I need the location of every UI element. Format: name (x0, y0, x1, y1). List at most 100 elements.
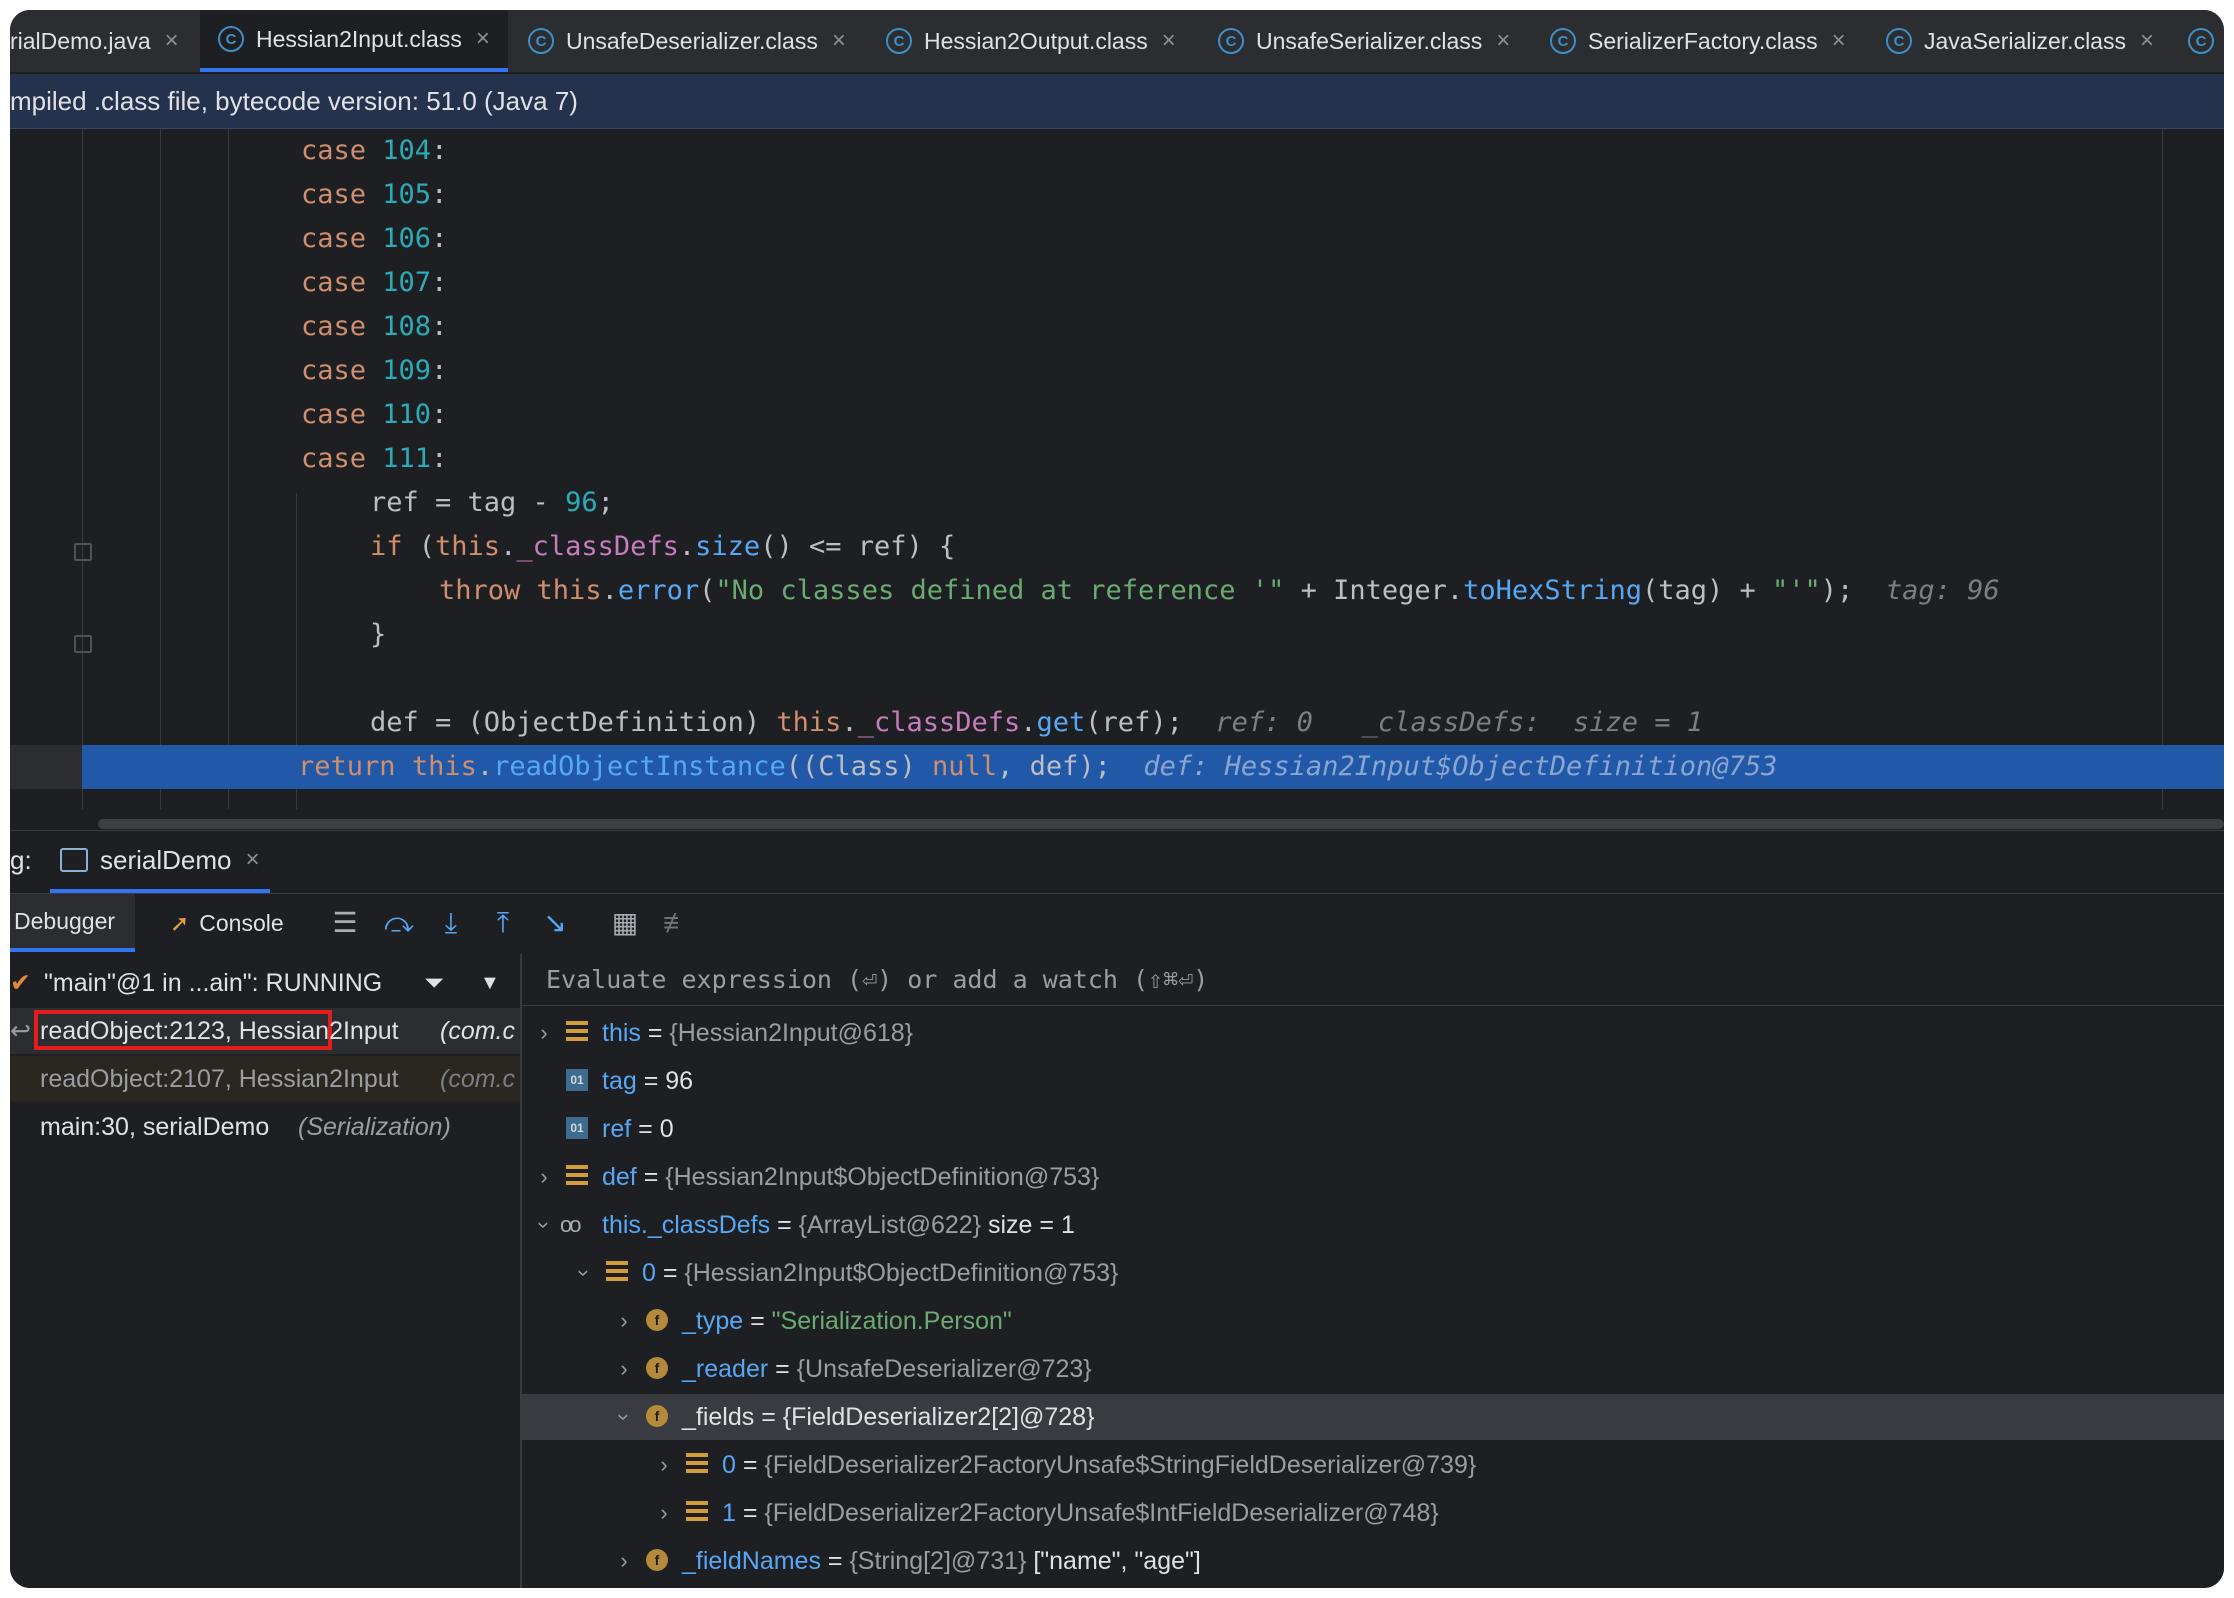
tab-unsafedeserializer-class[interactable]: C UnsafeDeserializer.class × (528, 10, 846, 72)
object-icon (686, 1501, 708, 1523)
tab-hessian2output-class[interactable]: C Hessian2Output.class × (886, 10, 1176, 72)
class-file-icon: C (886, 28, 912, 54)
variable-row[interactable]: › 0 = {Hessian2Input$ObjectDefinition@75… (522, 1250, 2224, 1296)
variable-row[interactable]: › oo this._classDefs = {ArrayList@622} s… (522, 1202, 2224, 1248)
variable-value: {FieldDeserializer2FactoryUnsafe$IntFiel… (764, 1499, 1439, 1527)
close-icon[interactable]: × (476, 25, 490, 53)
field-icon: f (646, 1309, 668, 1331)
chevron-right-icon[interactable]: › (614, 1298, 634, 1344)
tab-label: rialDemo.java (10, 27, 151, 54)
code-line: if (this._classDefs.size() <= ref) { (370, 531, 956, 562)
frame-method: readObject:2123, Hessian2Input (40, 1017, 399, 1045)
chevron-down-icon[interactable]: › (601, 1407, 647, 1427)
chevron-right-icon[interactable]: › (534, 1010, 554, 1056)
variable-row[interactable]: › 0 = {FieldDeserializer2FactoryUnsafe$S… (522, 1442, 2224, 1488)
tab-debugger[interactable]: Debugger (10, 894, 136, 952)
chevron-right-icon[interactable]: › (614, 1346, 634, 1392)
editor-tab-bar: rialDemo.java × C Hessian2Input.class × … (10, 10, 2224, 74)
object-icon (566, 1165, 588, 1187)
check-icon: ✔ (10, 969, 31, 997)
close-icon[interactable]: × (1832, 27, 1846, 55)
frame-item[interactable]: ↩ readObject:2123, Hessian2Input (com.c (10, 1008, 520, 1054)
frame-item[interactable]: main:30, serialDemo (Serialization) (10, 1104, 520, 1150)
variable-value: {UnsafeDeserializer@723} (796, 1355, 1092, 1383)
close-icon[interactable]: × (246, 846, 260, 874)
frame-package: (Serialization) (298, 1113, 451, 1141)
frame-package: (com.c (440, 1017, 515, 1045)
code-line: case 106: (301, 223, 448, 254)
variable-row[interactable]: 01 ref = 0 (522, 1106, 2224, 1152)
class-file-icon: C (1886, 28, 1912, 54)
variable-name: _type (682, 1307, 744, 1335)
close-icon[interactable]: × (165, 27, 179, 55)
step-into-icon[interactable]: ⤓ (434, 906, 468, 940)
close-icon[interactable]: × (1496, 27, 1510, 55)
thread-label: "main"@1 in ...ain": RUNNING (44, 969, 383, 997)
evaluate-expression-input[interactable]: Evaluate expression (⏎) or add a watch (… (522, 954, 2224, 1006)
step-out-icon[interactable]: ⤒ (486, 906, 520, 940)
class-file-icon: C (1550, 28, 1576, 54)
tab-console[interactable]: ➚ Console (170, 894, 284, 952)
primitive-icon: 01 (566, 1069, 588, 1091)
horizontal-scrollbar[interactable] (98, 819, 2224, 829)
evaluate-expression-icon[interactable]: ▦ (608, 906, 642, 940)
tab-javaserializer-class[interactable]: C JavaSerializer.class × (1886, 10, 2154, 72)
variable-row[interactable]: › f _type = "Serialization.Person" (522, 1298, 2224, 1344)
code-line: case 108: (301, 311, 448, 342)
tab-overflow[interactable]: C (2188, 10, 2224, 72)
variable-row[interactable]: › this = {Hessian2Input@618} (522, 1010, 2224, 1056)
code-editor[interactable]: case 104: case 105: case 106: case 107: … (10, 129, 2224, 829)
frame-item[interactable]: readObject:2107, Hessian2Input (com.c (10, 1056, 520, 1102)
variable-row[interactable]: 01 tag = 96 (522, 1058, 2224, 1104)
variable-row[interactable]: › f _reader = {UnsafeDeserializer@723} (522, 1346, 2224, 1392)
menu-lines-icon[interactable]: ☰ (328, 906, 362, 940)
code-line: case 107: (301, 267, 448, 298)
tab-serialdemo-java[interactable]: rialDemo.java × (10, 10, 179, 72)
run-config-icon (60, 848, 88, 872)
class-file-icon: C (218, 26, 244, 52)
thread-selector[interactable]: ✔ "main"@1 in ...ain": RUNNING ⏷ ▼ (10, 960, 520, 1006)
chevron-right-icon[interactable]: › (654, 1442, 674, 1488)
variables-panel: Evaluate expression (⏎) or add a watch (… (522, 954, 2224, 1588)
variable-name: tag (602, 1067, 637, 1095)
variable-extra: ["name", "age"] (1033, 1547, 1201, 1575)
ide-window: rialDemo.java × C Hessian2Input.class × … (10, 10, 2224, 1588)
close-icon[interactable]: × (1162, 27, 1176, 55)
close-icon[interactable]: × (2140, 27, 2154, 55)
filter-icon[interactable]: ⏷ (424, 960, 444, 1006)
chevron-right-icon[interactable]: › (534, 1154, 554, 1200)
chevron-right-icon[interactable]: › (614, 1538, 634, 1584)
class-file-icon: C (1218, 28, 1244, 54)
code-line: case 110: (301, 399, 448, 430)
frame-method: readObject:2107, Hessian2Input (40, 1065, 399, 1093)
chevron-right-icon[interactable]: › (654, 1490, 674, 1536)
frame-method: main:30, serialDemo (40, 1113, 270, 1141)
variable-row[interactable]: › f _fields = {FieldDeserializer2[2]@728… (522, 1394, 2224, 1440)
chevron-down-icon[interactable]: › (561, 1263, 607, 1283)
close-icon[interactable]: × (832, 27, 846, 55)
variable-row[interactable]: › 1 = {FieldDeserializer2FactoryUnsafe$I… (522, 1490, 2224, 1536)
chevron-down-icon[interactable]: ▼ (480, 960, 500, 1006)
tab-unsafeserializer-class[interactable]: C UnsafeSerializer.class × (1218, 10, 1510, 72)
debugger-toolbar: Debugger ➚ Console ☰ ⤼ ⤓ ⤒ ↘ ▦ ≢ (10, 893, 2224, 955)
variable-value: 0 (659, 1115, 674, 1143)
tab-label: JavaSerializer.class (1924, 27, 2126, 54)
variable-value: 96 (665, 1067, 694, 1095)
variable-value: {Hessian2Input$ObjectDefinition@753} (684, 1259, 1119, 1287)
tab-label: Hessian2Input.class (256, 25, 462, 52)
variable-extra: size = 1 (988, 1211, 1075, 1239)
trace-icon[interactable]: ≢ (660, 906, 694, 940)
code-line: } (370, 619, 387, 650)
step-over-icon[interactable]: ⤼ (382, 906, 416, 940)
tab-serializerfactory-class[interactable]: C SerializerFactory.class × (1550, 10, 1846, 72)
object-icon (686, 1453, 708, 1475)
field-icon: f (646, 1549, 668, 1571)
variable-row[interactable]: › def = {Hessian2Input$ObjectDefinition@… (522, 1154, 2224, 1200)
tab-serialdemo-session[interactable]: serialDemo × (50, 831, 270, 893)
tab-hessian2input-class[interactable]: C Hessian2Input.class × (200, 10, 508, 72)
variable-name: _fieldNames (682, 1547, 821, 1575)
variable-row[interactable]: › f _fieldNames = {String[2]@731} ["name… (522, 1538, 2224, 1584)
run-to-cursor-icon[interactable]: ↘ (538, 906, 572, 940)
panel-prefix: g: (10, 845, 32, 875)
